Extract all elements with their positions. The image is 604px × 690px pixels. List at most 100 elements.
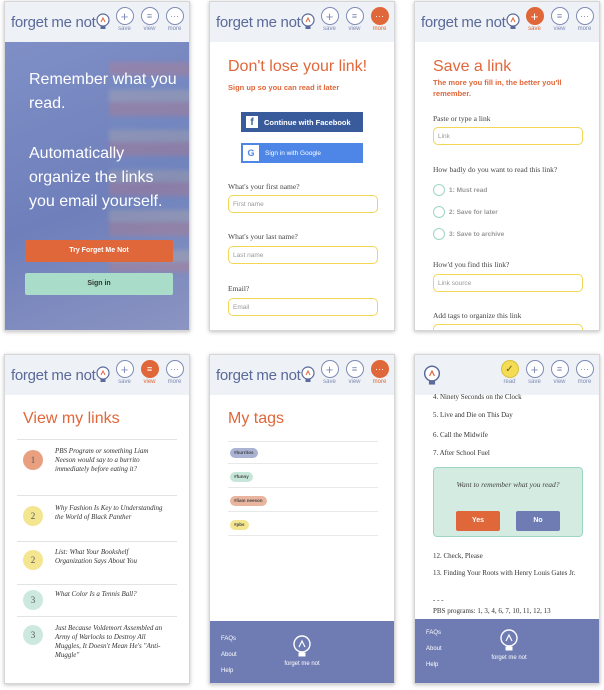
- link-row[interactable]: 3 What Color Is a Tennis Ball?: [17, 584, 177, 614]
- google-signin-button[interactable]: G Sign in with Google: [241, 143, 363, 163]
- nav-save-button[interactable]: + save: [319, 360, 340, 385]
- radio-circle: [433, 206, 445, 218]
- radio-circle: [433, 184, 445, 196]
- nav-save-button[interactable]: + save: [114, 360, 135, 385]
- tag-chip[interactable]: #pbs: [230, 520, 249, 530]
- divider: [228, 487, 378, 488]
- footer-faqs-link[interactable]: FAQs: [426, 625, 441, 641]
- link-title[interactable]: PBS Program or something Liam Neeson wou…: [55, 447, 165, 474]
- app-header: forget me not + save ≡ view ··· more: [415, 2, 599, 42]
- nav-save-button[interactable]: + save: [114, 7, 135, 32]
- article-line: 12. Check, Please: [433, 552, 483, 560]
- footer-about-link[interactable]: About: [426, 641, 442, 657]
- email-label: Email?: [228, 284, 250, 293]
- popup-no-button[interactable]: No: [516, 511, 560, 531]
- nav-save-button[interactable]: + save: [524, 7, 545, 32]
- footer-brand: forget me not: [284, 661, 320, 667]
- priority-badge: 3: [23, 590, 43, 610]
- facebook-login-button[interactable]: f Continue with Facebook: [241, 112, 363, 132]
- link-title[interactable]: Just Because Voldemort Assembled an Army…: [55, 624, 165, 660]
- nav-save-button[interactable]: + save: [524, 360, 545, 385]
- facebook-icon: f: [246, 116, 258, 128]
- article-separator: - - -: [433, 596, 444, 604]
- brand-logo[interactable]: forget me not: [421, 14, 506, 31]
- footer: FAQs About Help forget me not: [415, 619, 599, 683]
- tags-field[interactable]: [433, 324, 583, 330]
- footer-help-link[interactable]: Help: [221, 663, 233, 679]
- tag-chip[interactable]: #funny: [230, 472, 253, 482]
- tags-title: My tags: [228, 410, 285, 427]
- footer-faqs-link[interactable]: FAQs: [221, 631, 236, 647]
- link-title[interactable]: List: What Your Bookshelf Organization S…: [55, 548, 165, 566]
- nav-view-button[interactable]: ≡ view: [139, 360, 160, 385]
- brand-logo[interactable]: forget me not: [216, 14, 301, 31]
- nav-more-button[interactable]: ··· more: [574, 360, 595, 385]
- tag-chip[interactable]: #burritos: [230, 448, 258, 458]
- source-label: How'd you find this link?: [433, 260, 510, 269]
- app-header: forget me not + save ≡ view ··· more: [210, 355, 394, 395]
- footer-lightbulb-icon: [500, 629, 518, 651]
- nav-more-button[interactable]: ··· more: [164, 360, 185, 385]
- lightbulb-icon: [96, 366, 110, 382]
- footer-help-link[interactable]: Help: [426, 657, 438, 673]
- headline-remember: Remember what you read.: [29, 71, 177, 112]
- app-header: forget me not + save ≡ view ··· more: [5, 2, 189, 42]
- nav-more-button[interactable]: ··· more: [369, 360, 390, 385]
- first-name-label: What's your first name?: [228, 182, 300, 191]
- nav-more-button[interactable]: ··· more: [369, 7, 390, 32]
- footer-brand: forget me not: [491, 655, 527, 661]
- save-title: Save a link: [433, 58, 512, 75]
- footer-lightbulb-icon: [293, 635, 311, 657]
- article-line: 5. Live and Die on This Day: [433, 411, 513, 419]
- radio-archive[interactable]: 3: Save to archive: [433, 228, 504, 240]
- nav-read-button[interactable]: ✓ read: [499, 360, 520, 385]
- link-row[interactable]: 2 Why Fashion Is Key to Understanding th…: [17, 495, 177, 539]
- priority-badge: 2: [23, 506, 43, 526]
- link-source-field[interactable]: Link source: [433, 274, 583, 292]
- priority-badge: 2: [23, 550, 43, 570]
- last-name-label: What's your last name?: [228, 232, 298, 241]
- last-name-field[interactable]: Last name: [228, 246, 378, 264]
- link-title[interactable]: What Color Is a Tennis Ball?: [55, 590, 165, 599]
- signup-subtitle: Sign up so you can read it later: [228, 83, 340, 92]
- nav-more-button[interactable]: ··· more: [574, 7, 595, 32]
- footer: FAQs About Help forget me not: [210, 621, 394, 683]
- tag-chip[interactable]: #liam neeson: [230, 496, 267, 506]
- link-row[interactable]: 2 List: What Your Bookshelf Organization…: [17, 541, 177, 583]
- priority-badge: 3: [23, 625, 43, 645]
- view-links-screen: forget me not + save ≡ view ··· more View m…: [4, 354, 190, 684]
- nav-save-button[interactable]: + save: [319, 7, 340, 32]
- radio-must-read[interactable]: 1: Must read: [433, 184, 487, 196]
- article-line: 4. Ninety Seconds on the Clock: [433, 393, 522, 401]
- link-row[interactable]: 3 Just Because Voldemort Assembled an Ar…: [17, 616, 177, 676]
- article-line: 6. Call the Midwife: [433, 431, 488, 439]
- lightbulb-icon: [301, 366, 315, 382]
- link-title[interactable]: Why Fashion Is Key to Understanding the …: [55, 504, 165, 522]
- first-name-field[interactable]: First name: [228, 195, 378, 213]
- nav-view-button[interactable]: ≡ view: [344, 360, 365, 385]
- nav-view-button[interactable]: ≡ view: [549, 7, 570, 32]
- nav-view-button[interactable]: ≡ view: [344, 7, 365, 32]
- brand-logo[interactable]: forget me not: [11, 367, 96, 384]
- link-field[interactable]: Link: [433, 127, 583, 145]
- footer-about-link[interactable]: About: [221, 647, 237, 663]
- link-row[interactable]: 1 PBS Program or something Liam Neeson w…: [17, 439, 177, 493]
- email-field[interactable]: Email: [228, 298, 378, 316]
- brand-logo[interactable]: forget me not: [11, 14, 96, 31]
- radio-save-later[interactable]: 2: Save for later: [433, 206, 498, 218]
- app-header: ✓ read + save ≡ view ··· more: [415, 355, 599, 395]
- nav-view-button[interactable]: ≡ view: [549, 360, 570, 385]
- brand-logo[interactable]: forget me not: [216, 367, 301, 384]
- google-icon: G: [243, 145, 259, 161]
- landing-screen: forget me not + save ≡ view ··· more Rememb…: [4, 1, 190, 331]
- try-forget-me-not-button[interactable]: Try Forget Me Not: [25, 240, 173, 262]
- sign-in-button[interactable]: Sign in: [25, 273, 173, 295]
- popup-yes-button[interactable]: Yes: [456, 511, 500, 531]
- my-tags-screen: forget me not + save ≡ view ··· more My tag…: [209, 354, 395, 684]
- lightbulb-icon[interactable]: [423, 365, 441, 387]
- popup-question: Want to remember what you read?: [456, 480, 560, 489]
- nav-view-button[interactable]: ≡ view: [139, 7, 160, 32]
- nav-more-button[interactable]: ··· more: [164, 7, 185, 32]
- divider: [228, 511, 378, 512]
- lightbulb-icon: [96, 13, 110, 29]
